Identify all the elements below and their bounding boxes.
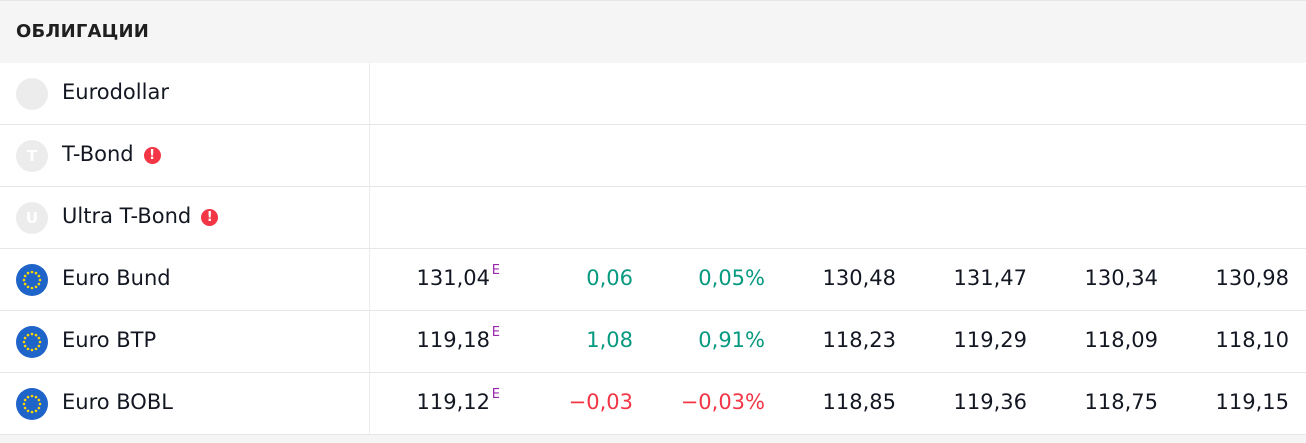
change: 1,08	[586, 328, 633, 352]
change: −0,03	[568, 390, 633, 414]
table-bottom-divider	[0, 435, 1306, 443]
data-area: 119,18 E 1,08 0,91% 118,23 119,29 118,09…	[370, 311, 1306, 373]
low-price: 130,34	[1084, 266, 1158, 290]
last-price: 131,04	[416, 266, 490, 290]
last-price: 119,12	[416, 390, 490, 414]
open-price: 130,48	[822, 266, 896, 290]
data-area: 131,04 E 0,06 0,05% 130,48 131,47 130,34…	[370, 249, 1306, 311]
table-row[interactable]: Euro BOBL 119,12 E −0,03 −0,03% 118,85 1…	[0, 373, 1306, 435]
eu-flag-icon	[16, 264, 48, 296]
open-price: 118,23	[822, 328, 896, 352]
name-cell[interactable]: Eurodollar	[0, 63, 370, 125]
placeholder-circle-icon	[16, 78, 48, 110]
change-percent: 0,91%	[698, 328, 765, 352]
eu-flag-icon	[16, 326, 48, 358]
warning-icon[interactable]: !	[143, 147, 161, 164]
instrument-name-text[interactable]: T-Bond	[62, 142, 134, 166]
warning-icon[interactable]: !	[201, 209, 219, 226]
last-price: 119,18	[416, 328, 490, 352]
instrument-name[interactable]: T-Bond!	[62, 142, 161, 166]
name-cell[interactable]: Euro BTP	[0, 311, 370, 373]
instrument-name[interactable]: Ultra T-Bond!	[62, 204, 219, 228]
eu-flag-icon	[16, 388, 48, 420]
open-price: 118,85	[822, 390, 896, 414]
section-header: ОБЛИГАЦИИ	[0, 0, 1306, 63]
high-price: 119,36	[953, 390, 1027, 414]
close-price: 118,10	[1215, 328, 1289, 352]
section-title: ОБЛИГАЦИИ	[16, 21, 150, 42]
change-percent: 0,05%	[698, 266, 765, 290]
table-row[interactable]: T T-Bond!	[0, 125, 1306, 187]
instrument-name[interactable]: Euro BTP	[62, 328, 156, 352]
instrument-name[interactable]: Eurodollar	[62, 80, 169, 104]
data-area	[370, 125, 1306, 187]
delayed-badge: E	[491, 387, 500, 402]
name-cell[interactable]: Euro BOBL	[0, 373, 370, 435]
table-row[interactable]: Eurodollar	[0, 63, 1306, 125]
instrument-name[interactable]: Euro Bund	[62, 266, 171, 290]
change-percent: −0,03%	[680, 390, 765, 414]
high-price: 119,29	[953, 328, 1027, 352]
table-row[interactable]: Euro BTP 119,18 E 1,08 0,91% 118,23 119,…	[0, 311, 1306, 373]
name-cell[interactable]: U Ultra T-Bond!	[0, 187, 370, 249]
data-area	[370, 63, 1306, 125]
table-row[interactable]: U Ultra T-Bond!	[0, 187, 1306, 249]
delayed-badge: E	[491, 325, 500, 340]
close-price: 119,15	[1215, 390, 1289, 414]
change: 0,06	[586, 266, 633, 290]
letter-t-icon: T	[16, 140, 48, 172]
name-cell[interactable]: T T-Bond!	[0, 125, 370, 187]
low-price: 118,75	[1084, 390, 1158, 414]
close-price: 130,98	[1215, 266, 1289, 290]
name-cell[interactable]: Euro Bund	[0, 249, 370, 311]
data-area	[370, 187, 1306, 249]
instrument-name[interactable]: Euro BOBL	[62, 390, 173, 414]
low-price: 118,09	[1084, 328, 1158, 352]
delayed-badge: E	[491, 263, 500, 278]
high-price: 131,47	[953, 266, 1027, 290]
table-row[interactable]: Euro Bund 131,04 E 0,06 0,05% 130,48 131…	[0, 249, 1306, 311]
data-area: 119,12 E −0,03 −0,03% 118,85 119,36 118,…	[370, 373, 1306, 435]
instrument-name-text[interactable]: Ultra T-Bond	[62, 204, 191, 228]
letter-u-icon: U	[16, 202, 48, 234]
